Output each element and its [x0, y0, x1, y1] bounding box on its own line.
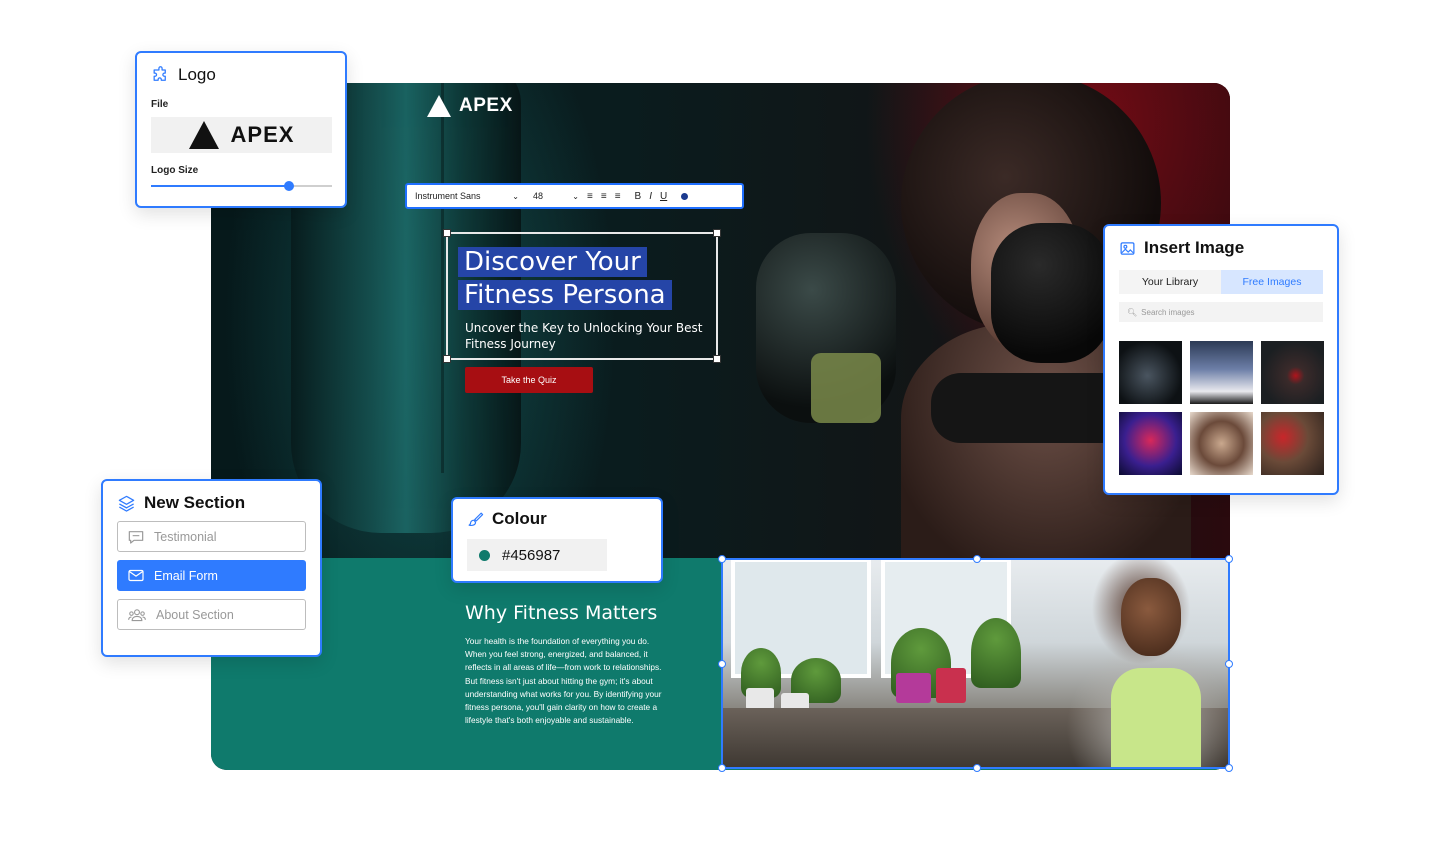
resize-handle[interactable] — [1225, 555, 1233, 563]
image-thumbnail[interactable] — [1261, 412, 1324, 475]
resize-handle[interactable] — [973, 555, 981, 563]
image-thumbnail[interactable] — [1119, 341, 1182, 404]
resize-handle[interactable] — [1225, 764, 1233, 772]
align-left-icon[interactable]: ≡ — [587, 191, 593, 202]
site-logo[interactable]: APEX — [427, 95, 513, 117]
image-thumbnail[interactable] — [1119, 412, 1182, 475]
image-icon — [1120, 241, 1135, 255]
chat-bubble-icon — [128, 530, 144, 544]
image-thumbnail[interactable] — [1261, 341, 1324, 404]
colour-hex-input[interactable]: #456987 — [467, 539, 607, 571]
section-option-about[interactable]: About Section — [117, 599, 306, 630]
hero-background-image[interactable]: APEX — [211, 83, 1230, 563]
triangle-logo-icon — [427, 95, 451, 117]
new-section-panel: New Section Testimonial Email Form About… — [101, 479, 322, 657]
search-icon: 🔍︎ — [1127, 307, 1138, 317]
section-option-label: Email Form — [154, 568, 218, 583]
envelope-icon — [128, 569, 144, 582]
puzzle-icon — [153, 65, 166, 81]
image-thumbnail[interactable] — [1190, 341, 1253, 404]
section-option-testimonial[interactable]: Testimonial — [117, 521, 306, 552]
font-size-value: 48 — [533, 191, 544, 201]
image-search-input[interactable]: 🔍︎ Search images — [1119, 302, 1323, 322]
underline-button[interactable]: U — [660, 191, 667, 202]
hero-subtitle[interactable]: Uncover the Key to Unlocking Your Best F… — [465, 320, 715, 352]
hero-title-line2: Fitness Persona — [458, 280, 672, 310]
font-family-value: Instrument Sans — [415, 191, 481, 201]
align-right-icon[interactable]: ≡ — [615, 191, 621, 202]
logo-panel-title: Logo — [178, 65, 216, 84]
slider-thumb[interactable] — [283, 181, 294, 191]
file-label: File — [151, 99, 169, 110]
triangle-logo-icon — [188, 121, 219, 149]
chevron-down-icon: ⌄ — [572, 191, 579, 201]
logo-size-label: Logo Size — [151, 165, 199, 176]
editor-stage: APEX Discover Your Fitness Persona Uncov… — [0, 0, 1440, 853]
logo-size-slider[interactable] — [151, 181, 332, 191]
paint-brush-icon — [468, 512, 484, 526]
slider-fill — [151, 185, 289, 187]
new-section-title: New Section — [144, 493, 246, 512]
align-center-icon[interactable]: ≡ — [601, 191, 607, 202]
hero-title[interactable]: Discover Your Fitness Persona — [458, 246, 698, 312]
logo-panel: Logo File APEX Logo Size — [135, 51, 347, 208]
why-fitness-body[interactable]: Your health is the foundation of everyth… — [465, 635, 671, 727]
glove-wrap-shape — [811, 353, 881, 423]
insert-image-header: Insert Image — [1119, 238, 1323, 258]
resize-handle[interactable] — [443, 355, 451, 363]
bold-button[interactable]: B — [635, 191, 642, 202]
logo-preview-text: APEX — [230, 122, 295, 147]
tab-free-images[interactable]: Free Images — [1221, 270, 1323, 294]
resize-handle[interactable] — [713, 355, 721, 363]
colour-panel-header: Colour — [467, 509, 647, 529]
font-family-select[interactable]: Instrument Sans ⌄ — [415, 191, 519, 201]
text-color-icon[interactable] — [681, 192, 689, 200]
hero-title-line1: Discover Your — [458, 247, 647, 277]
logo-file-preview[interactable]: APEX — [151, 117, 332, 153]
colour-hex-value: #456987 — [502, 546, 561, 564]
resize-handle[interactable] — [1225, 660, 1233, 668]
image-selection-frame[interactable] — [718, 555, 1233, 772]
why-fitness-title[interactable]: Why Fitness Matters — [465, 602, 657, 624]
resize-handle[interactable] — [713, 229, 721, 237]
new-section-header: New Section — [117, 493, 306, 513]
colour-panel: Colour #456987 — [451, 497, 663, 583]
text-format-toolbar: Instrument Sans ⌄ 48 ⌄ ≡ ≡ ≡ B I U — [405, 183, 744, 209]
colour-panel-title: Colour — [492, 509, 547, 528]
resize-handle[interactable] — [718, 764, 726, 772]
tab-your-library[interactable]: Your Library — [1119, 270, 1221, 294]
take-quiz-button[interactable]: Take the Quiz — [465, 367, 593, 393]
people-icon — [128, 608, 146, 621]
section-option-label: Testimonial — [154, 529, 217, 544]
insert-image-title: Insert Image — [1144, 238, 1245, 257]
image-source-tabs: Your Library Free Images — [1119, 270, 1323, 294]
section-option-label: About Section — [156, 607, 234, 622]
colour-swatch[interactable] — [479, 549, 490, 561]
font-size-select[interactable]: 48 ⌄ — [533, 191, 579, 201]
section-option-email-form[interactable]: Email Form — [117, 560, 306, 591]
chevron-down-icon: ⌄ — [512, 191, 519, 201]
insert-image-panel: Insert Image Your Library Free Images 🔍︎… — [1103, 224, 1339, 495]
layers-icon — [118, 495, 135, 512]
resize-handle[interactable] — [718, 660, 726, 668]
boxer-top-shape — [931, 373, 1131, 443]
image-thumbnail[interactable] — [1190, 412, 1253, 475]
site-logo-text: APEX — [459, 95, 513, 116]
image-grid — [1119, 341, 1324, 475]
resize-handle[interactable] — [718, 555, 726, 563]
italic-button[interactable]: I — [649, 191, 652, 202]
resize-handle[interactable] — [973, 764, 981, 772]
logo-panel-header: Logo — [151, 65, 331, 85]
resize-handle[interactable] — [443, 229, 451, 237]
search-placeholder: Search images — [1141, 307, 1195, 317]
boxing-glove-right-shape — [991, 223, 1111, 363]
